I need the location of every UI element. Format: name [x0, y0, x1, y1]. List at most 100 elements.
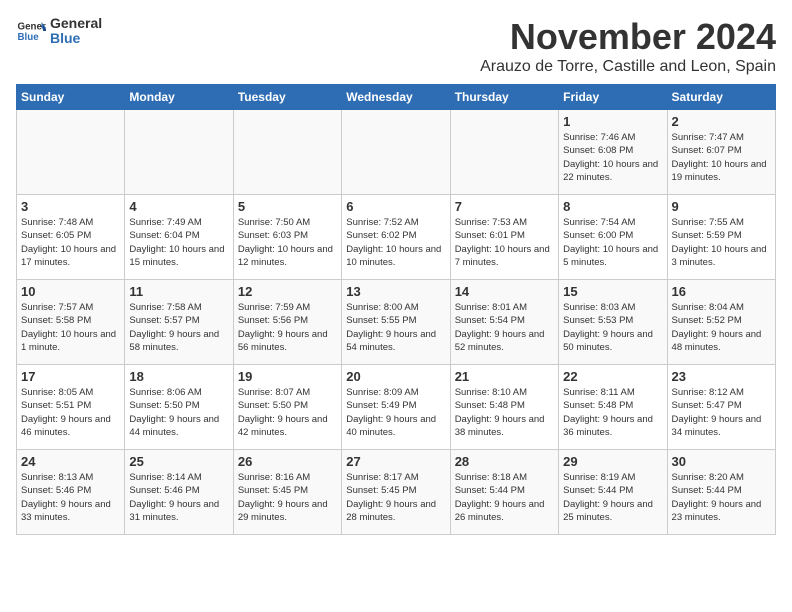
calendar-week-3: 10Sunrise: 7:57 AM Sunset: 5:58 PM Dayli…	[17, 280, 776, 365]
calendar-cell: 6 Sunrise: 7:52 AM Sunset: 6:02 PM Daylig…	[342, 195, 450, 280]
day-number: 23	[672, 369, 771, 384]
day-number: 29	[563, 454, 662, 469]
day-number: 19	[238, 369, 337, 384]
day-number: 5	[238, 199, 337, 214]
calendar-cell: 20Sunrise: 8:09 AM Sunset: 5:49 PM Dayli…	[342, 365, 450, 450]
day-info: Sunrise: 8:12 AM Sunset: 5:47 PM Dayligh…	[672, 386, 771, 439]
day-info: Sunrise: 8:17 AM Sunset: 5:45 PM Dayligh…	[346, 471, 445, 524]
day-info: Sunrise: 8:16 AM Sunset: 5:45 PM Dayligh…	[238, 471, 337, 524]
calendar-cell: 21Sunrise: 8:10 AM Sunset: 5:48 PM Dayli…	[450, 365, 558, 450]
calendar-cell: 13Sunrise: 8:00 AM Sunset: 5:55 PM Dayli…	[342, 280, 450, 365]
day-info: Sunrise: 7:50 AM Sunset: 6:03 PM Dayligh…	[238, 216, 337, 269]
page-header: General Blue General Blue November 2024 …	[16, 16, 776, 76]
calendar-cell: 9 Sunrise: 7:55 AM Sunset: 5:59 PM Daylig…	[667, 195, 775, 280]
day-info: Sunrise: 8:01 AM Sunset: 5:54 PM Dayligh…	[455, 301, 554, 354]
day-number: 21	[455, 369, 554, 384]
day-number: 6	[346, 199, 445, 214]
day-number: 4	[129, 199, 228, 214]
day-info: Sunrise: 7:54 AM Sunset: 6:00 PM Dayligh…	[563, 216, 662, 269]
day-info: Sunrise: 7:53 AM Sunset: 6:01 PM Dayligh…	[455, 216, 554, 269]
title-section: November 2024 Arauzo de Torre, Castille …	[480, 16, 776, 76]
day-info: Sunrise: 7:46 AM Sunset: 6:08 PM Dayligh…	[563, 131, 662, 184]
day-number: 17	[21, 369, 120, 384]
day-number: 16	[672, 284, 771, 299]
day-info: Sunrise: 8:18 AM Sunset: 5:44 PM Dayligh…	[455, 471, 554, 524]
day-info: Sunrise: 7:47 AM Sunset: 6:07 PM Dayligh…	[672, 131, 771, 184]
calendar-cell: 11Sunrise: 7:58 AM Sunset: 5:57 PM Dayli…	[125, 280, 233, 365]
calendar-cell: 27 Sunrise: 8:17 AM Sunset: 5:45 PM Dayli…	[342, 450, 450, 535]
calendar-cell	[342, 110, 450, 195]
day-number: 7	[455, 199, 554, 214]
calendar-cell: 3Sunrise: 7:48 AM Sunset: 6:05 PM Daylig…	[17, 195, 125, 280]
calendar-cell: 1Sunrise: 7:46 AM Sunset: 6:08 PM Daylig…	[559, 110, 667, 195]
day-number: 14	[455, 284, 554, 299]
day-number: 9	[672, 199, 771, 214]
day-number: 25	[129, 454, 228, 469]
day-info: Sunrise: 8:14 AM Sunset: 5:46 PM Dayligh…	[129, 471, 228, 524]
calendar-cell: 12 Sunrise: 7:59 AM Sunset: 5:56 PM Dayli…	[233, 280, 341, 365]
weekday-tuesday: Tuesday	[233, 85, 341, 110]
calendar-cell: 17 Sunrise: 8:05 AM Sunset: 5:51 PM Dayli…	[17, 365, 125, 450]
day-info: Sunrise: 8:03 AM Sunset: 5:53 PM Dayligh…	[563, 301, 662, 354]
weekday-monday: Monday	[125, 85, 233, 110]
calendar-cell: 2 Sunrise: 7:47 AM Sunset: 6:07 PM Daylig…	[667, 110, 775, 195]
logo-blue: Blue	[50, 31, 102, 46]
day-info: Sunrise: 8:06 AM Sunset: 5:50 PM Dayligh…	[129, 386, 228, 439]
weekday-friday: Friday	[559, 85, 667, 110]
day-info: Sunrise: 8:00 AM Sunset: 5:55 PM Dayligh…	[346, 301, 445, 354]
calendar-cell: 18Sunrise: 8:06 AM Sunset: 5:50 PM Dayli…	[125, 365, 233, 450]
day-info: Sunrise: 8:13 AM Sunset: 5:46 PM Dayligh…	[21, 471, 120, 524]
weekday-thursday: Thursday	[450, 85, 558, 110]
day-number: 2	[672, 114, 771, 129]
calendar-cell: 5 Sunrise: 7:50 AM Sunset: 6:03 PM Daylig…	[233, 195, 341, 280]
calendar-week-5: 24 Sunrise: 8:13 AM Sunset: 5:46 PM Dayli…	[17, 450, 776, 535]
logo: General Blue General Blue	[16, 16, 102, 47]
calendar-cell: 14 Sunrise: 8:01 AM Sunset: 5:54 PM Dayli…	[450, 280, 558, 365]
calendar-cell: 30 Sunrise: 8:20 AM Sunset: 5:44 PM Dayli…	[667, 450, 775, 535]
day-number: 12	[238, 284, 337, 299]
weekday-sunday: Sunday	[17, 85, 125, 110]
calendar-cell	[450, 110, 558, 195]
day-info: Sunrise: 7:52 AM Sunset: 6:02 PM Dayligh…	[346, 216, 445, 269]
day-info: Sunrise: 8:11 AM Sunset: 5:48 PM Dayligh…	[563, 386, 662, 439]
logo-icon: General Blue	[16, 16, 46, 46]
calendar-week-1: 1Sunrise: 7:46 AM Sunset: 6:08 PM Daylig…	[17, 110, 776, 195]
calendar-cell: 15Sunrise: 8:03 AM Sunset: 5:53 PM Dayli…	[559, 280, 667, 365]
weekday-wednesday: Wednesday	[342, 85, 450, 110]
logo-general: General	[50, 16, 102, 31]
calendar-cell: 23 Sunrise: 8:12 AM Sunset: 5:47 PM Dayli…	[667, 365, 775, 450]
calendar-cell: 19Sunrise: 8:07 AM Sunset: 5:50 PM Dayli…	[233, 365, 341, 450]
svg-text:Blue: Blue	[18, 32, 40, 43]
day-number: 30	[672, 454, 771, 469]
day-number: 3	[21, 199, 120, 214]
weekday-saturday: Saturday	[667, 85, 775, 110]
calendar-cell: 29 Sunrise: 8:19 AM Sunset: 5:44 PM Dayli…	[559, 450, 667, 535]
calendar-cell: 16Sunrise: 8:04 AM Sunset: 5:52 PM Dayli…	[667, 280, 775, 365]
day-number: 22	[563, 369, 662, 384]
day-info: Sunrise: 8:19 AM Sunset: 5:44 PM Dayligh…	[563, 471, 662, 524]
day-number: 27	[346, 454, 445, 469]
day-info: Sunrise: 8:09 AM Sunset: 5:49 PM Dayligh…	[346, 386, 445, 439]
calendar-cell: 22 Sunrise: 8:11 AM Sunset: 5:48 PM Dayli…	[559, 365, 667, 450]
calendar-cell	[125, 110, 233, 195]
calendar-week-4: 17 Sunrise: 8:05 AM Sunset: 5:51 PM Dayli…	[17, 365, 776, 450]
day-info: Sunrise: 8:05 AM Sunset: 5:51 PM Dayligh…	[21, 386, 120, 439]
calendar-cell: 26 Sunrise: 8:16 AM Sunset: 5:45 PM Dayli…	[233, 450, 341, 535]
day-info: Sunrise: 7:59 AM Sunset: 5:56 PM Dayligh…	[238, 301, 337, 354]
calendar-week-2: 3Sunrise: 7:48 AM Sunset: 6:05 PM Daylig…	[17, 195, 776, 280]
day-number: 11	[129, 284, 228, 299]
day-info: Sunrise: 7:49 AM Sunset: 6:04 PM Dayligh…	[129, 216, 228, 269]
day-info: Sunrise: 8:20 AM Sunset: 5:44 PM Dayligh…	[672, 471, 771, 524]
calendar-body: 1Sunrise: 7:46 AM Sunset: 6:08 PM Daylig…	[17, 110, 776, 535]
weekday-header-row: SundayMondayTuesdayWednesdayThursdayFrid…	[17, 85, 776, 110]
calendar-cell: 10Sunrise: 7:57 AM Sunset: 5:58 PM Dayli…	[17, 280, 125, 365]
calendar-cell: 8Sunrise: 7:54 AM Sunset: 6:00 PM Daylig…	[559, 195, 667, 280]
day-info: Sunrise: 7:55 AM Sunset: 5:59 PM Dayligh…	[672, 216, 771, 269]
day-number: 24	[21, 454, 120, 469]
calendar-cell: 25 Sunrise: 8:14 AM Sunset: 5:46 PM Dayli…	[125, 450, 233, 535]
calendar-cell: 4 Sunrise: 7:49 AM Sunset: 6:04 PM Daylig…	[125, 195, 233, 280]
location-title: Arauzo de Torre, Castille and Leon, Spai…	[480, 58, 776, 76]
calendar-cell	[17, 110, 125, 195]
day-number: 10	[21, 284, 120, 299]
day-number: 26	[238, 454, 337, 469]
